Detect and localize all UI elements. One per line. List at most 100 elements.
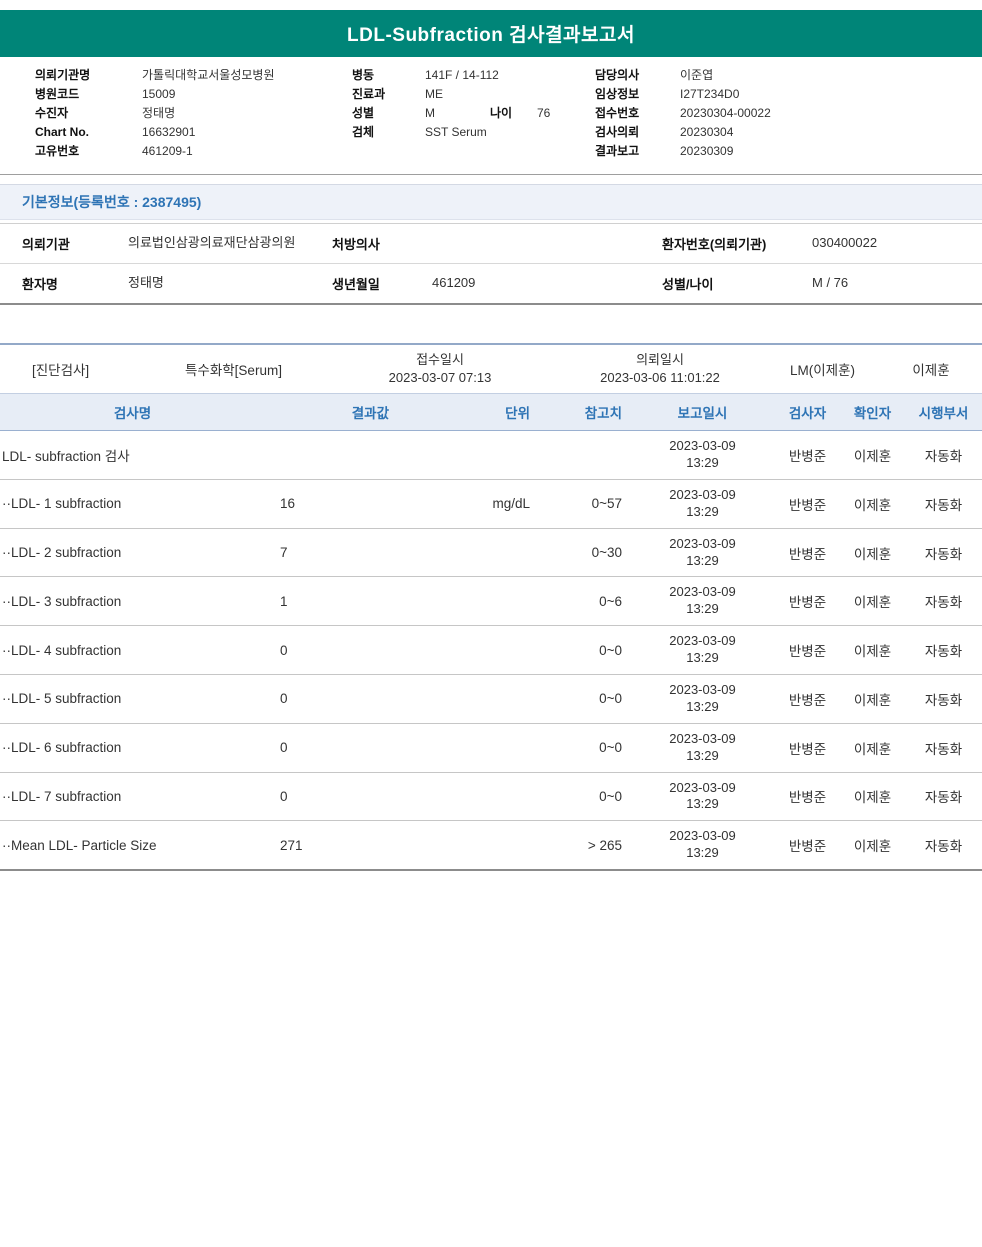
field-label: 검사의뢰 (595, 123, 680, 140)
report-datetime-cell: 2023-03-09 13:29 (630, 731, 775, 765)
department-cell: 자동화 (905, 640, 982, 660)
test-panel: 특수화학[Serum] (150, 359, 335, 379)
column-header-unit: 단위 (395, 402, 535, 422)
reference-range-cell: 0~0 (535, 740, 630, 755)
verifier-cell: 이제훈 (840, 494, 905, 514)
reference-range-cell: > 265 (535, 838, 630, 853)
tester-cell: 반병준 (775, 494, 840, 514)
field-label: 환자번호(의뢰기관) (662, 234, 812, 253)
doctor-info-column: 담당의사이준엽 임상정보I27T234D0 접수번호20230304-00022… (595, 65, 771, 160)
field-label: 검체 (352, 123, 425, 140)
result-value-cell: 0 (265, 643, 395, 658)
department-cell: 자동화 (905, 591, 982, 611)
report-time: 13:29 (686, 553, 719, 568)
department-cell: 자동화 (905, 494, 982, 514)
field-label: 임상정보 (595, 85, 680, 102)
report-date: 2023-03-09 (669, 682, 736, 697)
info-row: 접수번호20230304-00022 (595, 103, 771, 122)
test-name-cell: ··LDL- 4 subfraction (0, 643, 265, 658)
tester-cell: 반병준 (775, 738, 840, 758)
reference-range-cell: 0~30 (535, 545, 630, 560)
info-row: 담당의사이준엽 (595, 65, 771, 84)
field-value: 15009 (142, 87, 175, 101)
verifier-cell: 이제훈 (840, 835, 905, 855)
verifier-cell: 이제훈 (840, 738, 905, 758)
result-table-row: ··LDL- 7 subfraction 0 0~0 2023-03-09 13… (0, 773, 982, 822)
department-cell: 자동화 (905, 445, 982, 465)
report-date: 2023-03-09 (669, 731, 736, 746)
info-row: 진료과ME (352, 84, 550, 103)
field-value: 141F / 14-112 (425, 68, 499, 82)
info-row: 검사의뢰20230304 (595, 122, 771, 141)
report-title-bar: LDL-Subfraction 검사결과보고서 (0, 10, 982, 57)
request-value: 2023-03-06 11:01:22 (600, 370, 720, 385)
column-header-reference: 참고치 (535, 402, 630, 422)
info-row: 임상정보I27T234D0 (595, 84, 771, 103)
reference-range-cell: 0~0 (535, 789, 630, 804)
verifier-cell: 이제훈 (840, 543, 905, 563)
result-section-header: [진단검사] 특수화학[Serum] 접수일시 2023-03-07 07:13… (0, 343, 982, 393)
result-table-row: ··LDL- 6 subfraction 0 0~0 2023-03-09 13… (0, 724, 982, 773)
field-label: 담당의사 (595, 66, 680, 83)
field-value: 16632901 (142, 125, 195, 139)
field-label: 의뢰기관 (22, 234, 128, 253)
reference-range-cell: 0~0 (535, 643, 630, 658)
field-value: M (425, 106, 490, 120)
report-date: 2023-03-09 (669, 780, 736, 795)
test-name-cell: ··Mean LDL- Particle Size (0, 838, 265, 853)
result-table-body: LDL- subfraction 검사 2023-03-09 13:29 반병준… (0, 431, 982, 871)
report-time: 13:29 (686, 699, 719, 714)
field-label: 진료과 (352, 85, 425, 102)
report-date: 2023-03-09 (669, 828, 736, 843)
department-cell: 자동화 (905, 835, 982, 855)
field-label: Chart No. (35, 125, 142, 139)
column-header-verifier: 확인자 (840, 402, 905, 422)
verifier-cell: 이제훈 (840, 786, 905, 806)
tester-cell: 반병준 (775, 543, 840, 563)
field-value: 20230309 (680, 144, 733, 158)
request-label: 의뢰일시 (636, 352, 684, 367)
field-value: 이준엽 (680, 66, 713, 83)
result-table-row: ··LDL- 2 subfraction 7 0~30 2023-03-09 1… (0, 529, 982, 578)
field-label: 병동 (352, 66, 425, 83)
basic-info-table: 의뢰기관 의료법인삼광의료재단삼광의원 처방의사 환자번호(의뢰기관) 0304… (0, 223, 982, 305)
field-label: 병원코드 (35, 85, 142, 102)
field-label: 수진자 (35, 104, 142, 121)
tester-cell: 반병준 (775, 640, 840, 660)
test-name-cell: ··LDL- 6 subfraction (0, 740, 265, 755)
result-value-cell: 16 (265, 496, 395, 511)
field-label: 나이 (490, 104, 537, 121)
verifier-cell: 이제훈 (840, 445, 905, 465)
department-cell: 자동화 (905, 786, 982, 806)
result-table-row: ··Mean LDL- Particle Size 271 > 265 2023… (0, 821, 982, 869)
report-datetime-cell: 2023-03-09 13:29 (630, 584, 775, 618)
basic-info-section-header: 기본정보(등록번호 : 2387495) (0, 184, 982, 220)
result-table-row: LDL- subfraction 검사 2023-03-09 13:29 반병준… (0, 431, 982, 480)
basic-info-row: 환자명 정태명 생년월일 461209 성별/나이 M / 76 (0, 264, 982, 303)
result-value-cell: 0 (265, 789, 395, 804)
field-label: 접수번호 (595, 104, 680, 121)
info-row: Chart No.16632901 (35, 122, 274, 141)
verifier-cell: 이제훈 (840, 591, 905, 611)
info-row: 검체SST Serum (352, 122, 550, 141)
info-row: 의뢰기관명가톨릭대학교서울성모병원 (35, 65, 274, 84)
verifier-cell: 이제훈 (840, 689, 905, 709)
field-label: 의뢰기관명 (35, 66, 142, 83)
field-label: 성별/나이 (662, 274, 812, 293)
test-name-cell: ··LDL- 5 subfraction (0, 691, 265, 706)
report-datetime-cell: 2023-03-09 13:29 (630, 633, 775, 667)
column-header-result: 결과값 (265, 402, 395, 422)
result-value-cell: 1 (265, 594, 395, 609)
department-cell: 자동화 (905, 689, 982, 709)
result-value-cell: 0 (265, 691, 395, 706)
basic-info-title: 기본정보(등록번호 : 2387495) (22, 194, 201, 210)
field-value: 정태명 (128, 274, 332, 293)
field-value: 20230304 (680, 125, 733, 139)
info-row: 고유번호461209-1 (35, 141, 274, 160)
report-datetime-cell: 2023-03-09 13:29 (630, 682, 775, 716)
column-header-department: 시행부서 (905, 402, 982, 422)
field-value: 가톨릭대학교서울성모병원 (142, 66, 274, 83)
field-value: 76 (537, 106, 550, 120)
field-value: SST Serum (425, 125, 487, 139)
reference-range-cell: 0~57 (535, 496, 630, 511)
